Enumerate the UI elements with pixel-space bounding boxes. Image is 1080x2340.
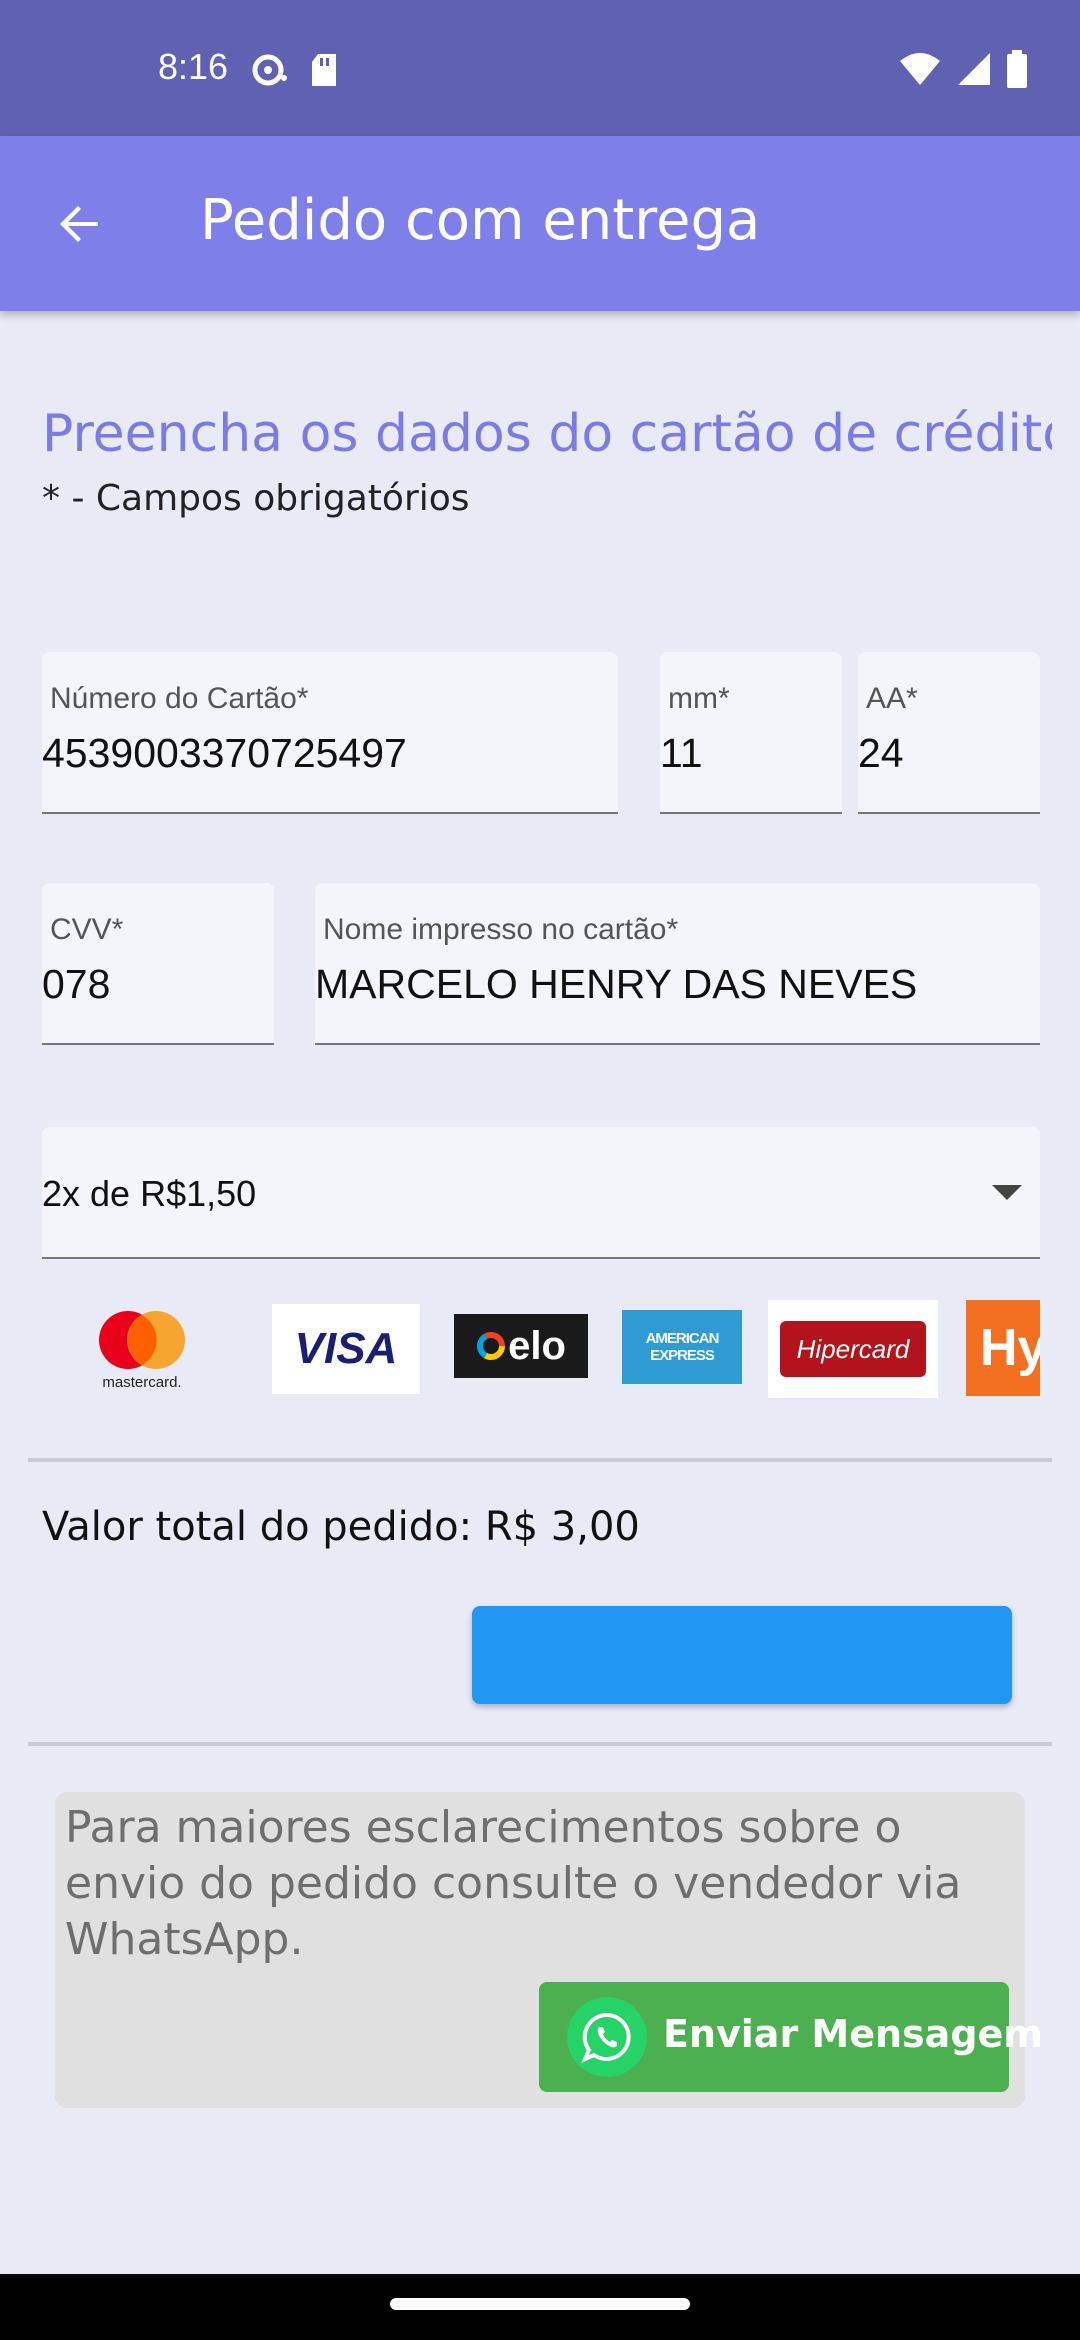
payment-card: Preencha os dados do cartão de crédito *… <box>28 352 1052 2340</box>
card-number-label: Número do Cartão* <box>50 682 309 715</box>
sd-card-icon <box>312 54 336 86</box>
divider <box>28 1742 1052 1746</box>
elo-ring-icon <box>477 1332 506 1360</box>
status-left-icons <box>250 50 350 94</box>
required-note: * - Campos obrigatórios <box>42 478 470 519</box>
expiry-month-value: 11 <box>660 730 703 776</box>
cell-signal-icon <box>958 53 990 85</box>
expiry-year-field[interactable]: AA* 24 <box>858 652 1040 814</box>
cardholder-name-label: Nome impresso no cartão* <box>323 913 679 946</box>
card-number-value: 4539003370725497 <box>42 730 407 776</box>
elo-text: elo <box>508 1323 566 1368</box>
installments-value: 2x de R$1,50 <box>42 1173 257 1214</box>
visa-logo: VISA <box>272 1304 420 1394</box>
back-button[interactable] <box>40 184 120 264</box>
hiper-logo: Hy <box>966 1300 1040 1396</box>
hipercard-logo: Hipercard <box>768 1300 938 1398</box>
order-total: Valor total do pedido: R$ 3,00 <box>42 1504 640 1550</box>
page-title: Pedido com entrega <box>200 188 761 253</box>
status-right-icons <box>898 50 1028 88</box>
confirm-payment-button[interactable] <box>472 1606 1012 1704</box>
battery-icon <box>1007 50 1027 88</box>
amex-logo: AMERICAN EXPRESS <box>622 1310 742 1384</box>
form-heading: Preencha os dados do cartão de crédito <box>42 404 1052 464</box>
app-bar: Pedido com entrega <box>0 136 1080 311</box>
elo-logo: elo <box>454 1314 588 1378</box>
wifi-icon <box>900 53 940 85</box>
cardholder-name-value: MARCELO HENRY DAS NEVES <box>315 961 918 1007</box>
data-saver-icon <box>252 54 287 86</box>
expiry-month-label: mm* <box>668 682 730 715</box>
card-brands: mastercard. VISA elo AMERICAN EXPRESS Hi… <box>42 1300 1040 1410</box>
dropdown-arrow-icon <box>992 1185 1022 1200</box>
expiry-month-field[interactable]: mm* 11 <box>660 652 842 814</box>
visa-text: VISA <box>294 1324 398 1373</box>
arrow-back-icon <box>60 206 98 242</box>
hiper-text: Hy <box>980 1319 1040 1377</box>
home-handle[interactable] <box>390 2298 690 2310</box>
status-bar: 8:16 <box>0 0 1080 136</box>
whatsapp-button-label: Enviar Mensagem <box>663 2012 1043 2056</box>
card-number-field[interactable]: Número do Cartão* 4539003370725497 <box>42 652 618 814</box>
amex-line1: AMERICAN <box>645 1330 720 1347</box>
amex-line2: EXPRESS <box>650 1347 715 1364</box>
info-box: Para maiores esclarecimentos sobre o env… <box>55 1792 1043 2108</box>
info-text: Para maiores esclarecimentos sobre o env… <box>65 1802 962 1965</box>
cvv-value: 078 <box>42 961 111 1007</box>
divider <box>28 1458 1052 1462</box>
expiry-year-value: 24 <box>858 730 904 776</box>
system-nav-bar <box>0 2274 1080 2340</box>
cardholder-name-field[interactable]: Nome impresso no cartão* MARCELO HENRY D… <box>315 883 1040 1045</box>
installments-dropdown[interactable]: 2x de R$1,50 <box>42 1127 1040 1259</box>
cvv-label: CVV* <box>50 913 124 946</box>
hipercard-text: Hipercard <box>796 1333 910 1364</box>
expiry-year-label: AA* <box>866 682 918 715</box>
mastercard-text: mastercard. <box>102 1373 182 1391</box>
cvv-field[interactable]: CVV* 078 <box>42 883 274 1045</box>
whatsapp-icon <box>567 1997 647 2077</box>
whatsapp-send-button[interactable]: Enviar Mensagem <box>539 1982 1043 2092</box>
status-time: 8:16 <box>158 46 229 87</box>
mastercard-logo: mastercard. <box>82 1300 202 1400</box>
mastercard-circles-icon <box>99 1310 185 1369</box>
